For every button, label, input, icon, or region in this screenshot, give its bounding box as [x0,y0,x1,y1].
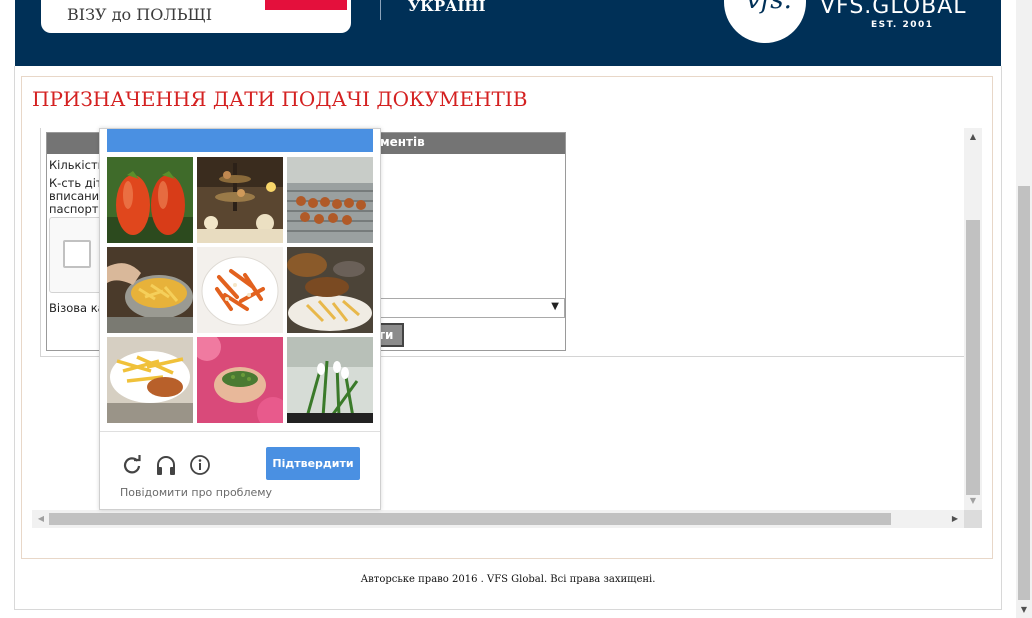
footer-copyright: Авторське право 2016 . VFS Global. Всі п… [360,574,656,585]
page-vertical-scrollbar[interactable]: ▼ [1016,0,1032,618]
scroll-corner [964,510,982,528]
visa-category-select[interactable]: ▼ [372,298,565,318]
refresh-icon[interactable] [121,454,143,476]
info-icon[interactable] [189,454,211,476]
captcha-tile-tomatoes[interactable] [107,157,193,243]
page-scroll-down-arrow-icon[interactable]: ▼ [1016,602,1032,618]
scroll-down-arrow-icon[interactable]: ▼ [964,494,982,508]
captcha-separator [100,431,380,432]
label-applicants-count: Кількість [49,158,105,172]
report-problem-link[interactable]: Повідомити про проблему [120,486,272,499]
brand-name: VFS.GLOBAL [820,0,967,19]
red-accent-block [265,0,347,10]
captcha-tile-fries-plate[interactable] [107,337,193,423]
brand-est: EST. 2001 [871,20,934,30]
page-title: ПРИЗНАЧЕННЯ ДАТИ ПОДАЧІ ДОКУМЕНТІВ [32,87,528,111]
inner-hscroll-thumb[interactable] [49,513,891,525]
label-children-line-3: паспорт [49,202,99,216]
label-visa-category: Візова ка [49,301,105,315]
site-header: ВІЗУ до ПОЛЬЩІ УКРАЇНІ vfs. VFS.GLOBAL E… [15,0,1001,66]
scroll-up-arrow-icon[interactable]: ▲ [964,130,982,144]
captcha-tile-tea-party[interactable] [197,157,283,243]
page: ВІЗУ до ПОЛЬЩІ УКРАЇНІ vfs. VFS.GLOBAL E… [0,0,1032,618]
header-ukraine-text: УКРАЇНІ [408,0,486,15]
captcha-tile-snowdrops[interactable] [287,337,373,423]
captcha-image-grid [107,157,373,423]
page-vscroll-thumb[interactable] [1018,186,1030,600]
recaptcha-checkbox[interactable] [63,240,91,268]
captcha-banner [107,129,373,152]
scroll-right-arrow-icon[interactable]: ▶ [948,510,962,528]
visa-card-text: ВІЗУ до ПОЛЬЩІ [67,5,213,24]
verify-button[interactable]: Підтвердити [266,447,360,480]
vfs-logo[interactable]: vfs. [724,0,806,43]
visa-card: ВІЗУ до ПОЛЬЩІ [41,0,351,33]
inner-vscroll-thumb[interactable] [966,220,980,495]
headphones-icon[interactable] [155,454,177,476]
captcha-tile-pasta-plate[interactable] [197,247,283,333]
captcha-tile-burger-and-fries[interactable] [287,247,373,333]
captcha-tile-fries-basket[interactable] [107,247,193,333]
inner-vertical-scrollbar[interactable]: ▲ ▼ [964,128,982,510]
dropdown-arrow-icon: ▼ [551,301,559,312]
captcha-tile-grilled-skewers[interactable] [287,157,373,243]
vfs-logo-glyph: vfs. [746,0,792,15]
captcha-challenge: Підтвердити Повідомити про проблему [99,128,381,510]
inner-horizontal-scrollbar[interactable]: ◀ ▶ [32,510,964,528]
captcha-tile-hands-with-seeds[interactable] [197,337,283,423]
scroll-left-arrow-icon[interactable]: ◀ [34,510,48,528]
header-divider [380,0,381,20]
